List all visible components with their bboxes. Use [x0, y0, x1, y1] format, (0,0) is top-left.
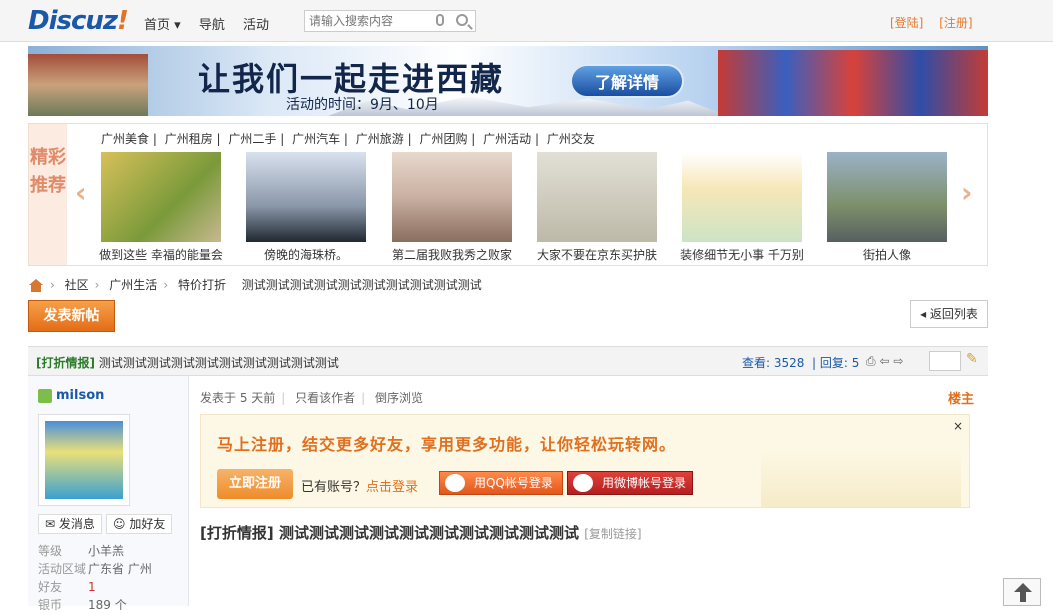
reverse-order-link[interactable]: 倒序浏览: [375, 391, 423, 405]
author-coins: 189 个: [88, 598, 127, 612]
author-level[interactable]: 小羊羔: [88, 544, 124, 558]
banner-date: 活动的时间：9月、10月: [286, 97, 439, 113]
thumb-caption-5[interactable]: 装修细节无小事 千万别: [672, 246, 812, 263]
search-input[interactable]: [305, 11, 425, 31]
author-name[interactable]: milson: [38, 388, 104, 403]
close-icon[interactable]: ×: [953, 419, 963, 433]
main-nav: 首页 ▾ 导航 活动: [144, 14, 283, 33]
weibo-login-button[interactable]: 用微博帐号登录: [567, 471, 693, 495]
register-prompt: 马上注册，结交更多好友，享用更多功能，让你轻松玩转网。 × 立即注册 已有账号？…: [200, 414, 970, 508]
link-food[interactable]: 广州美食 |: [101, 132, 157, 146]
author-region: 广东省 广州: [88, 562, 152, 576]
copy-link[interactable]: [复制链接]: [584, 527, 641, 541]
click-login-link[interactable]: 点击登录: [366, 480, 418, 495]
post-meta: 发表于 5 天前 | 只看该作者 | 倒序浏览: [200, 391, 424, 405]
nav-activity[interactable]: 活动: [243, 18, 269, 33]
thread-type[interactable]: [打折情报]: [36, 356, 95, 370]
thumb-3[interactable]: [392, 152, 512, 242]
thumb-caption-2[interactable]: 傍晚的海珠桥。: [236, 246, 376, 263]
thread-tools: ⎙ ⇦ ⇨: [866, 354, 903, 369]
link-dating[interactable]: 广州交友: [547, 132, 595, 146]
top-bar: Discuz! 首页 ▾ 导航 活动 [登陆] [注册]: [0, 0, 1053, 42]
register-link[interactable]: [注册]: [939, 16, 972, 30]
envelope-icon: ✉: [45, 517, 59, 531]
author-sidebar: milson ✉ 发消息 ☺ 加好友 等级 小羊羔 活动区域 广东省 广州 好友 1 …: [28, 376, 189, 612]
avatar[interactable]: [38, 414, 130, 506]
weibo-icon: [573, 474, 593, 492]
qq-icon: [445, 474, 465, 492]
floor-label[interactable]: 楼主: [948, 388, 974, 407]
crumb-thread[interactable]: 测试测试测试测试测试测试测试测试测试测试: [242, 278, 482, 292]
chevron-right-icon[interactable]: ›: [961, 176, 973, 209]
thumb-6[interactable]: [827, 152, 947, 242]
link-rent[interactable]: 广州租房 |: [165, 132, 221, 146]
learn-more-button[interactable]: 了解详情: [570, 64, 684, 98]
avatar-image: [45, 421, 123, 499]
breadcrumb: › 社区 › 广州生活 › 特价打折 测试测试测试测试测试测试测试测试测试测试: [28, 276, 482, 293]
qq-login-button[interactable]: 用QQ帐号登录: [439, 471, 563, 495]
city-illustration: [761, 449, 961, 507]
login-link[interactable]: [登陆]: [890, 16, 923, 30]
chevron-left-icon: ◂: [920, 307, 930, 321]
only-author-link[interactable]: 只看该作者: [295, 391, 355, 405]
recommend-links: 广州美食 | 广州租房 | 广州二手 | 广州汽车 | 广州旅游 | 广州团购 …: [101, 130, 599, 147]
back-to-list-button[interactable]: ◂ 返回列表: [910, 300, 988, 328]
recommend-panel: 精彩推荐 广州美食 | 广州租房 | 广州二手 | 广州汽车 | 广州旅游 | …: [28, 123, 988, 266]
print-icon[interactable]: ⎙: [866, 354, 876, 368]
link-second-hand[interactable]: 广州二手 |: [228, 132, 284, 146]
thumb-5[interactable]: [682, 152, 802, 242]
thumb-1[interactable]: [101, 152, 221, 242]
page-jump-input[interactable]: [929, 351, 961, 371]
send-message-button[interactable]: ✉ 发消息: [38, 514, 102, 534]
link-car[interactable]: 广州汽车 |: [292, 132, 348, 146]
nav-home[interactable]: 首页 ▾: [144, 18, 181, 33]
link-travel[interactable]: 广州旅游 |: [356, 132, 412, 146]
nav-navigation[interactable]: 导航: [199, 18, 225, 33]
add-friend-button[interactable]: ☺ 加好友: [106, 514, 173, 534]
add-user-icon: ☺: [113, 517, 130, 531]
link-activity[interactable]: 广州活动 |: [483, 132, 539, 146]
search-box: [304, 10, 476, 32]
thread-title: [打折情报] 测试测试测试测试测试测试测试测试测试测试: [36, 356, 339, 370]
register-now-button[interactable]: 立即注册: [217, 469, 293, 499]
thumb-2[interactable]: [246, 152, 366, 242]
microphone-icon[interactable]: [436, 14, 444, 26]
thumb-caption-4[interactable]: 大家不要在京东买护肤: [527, 246, 667, 263]
recommend-tag: 精彩推荐: [29, 124, 67, 265]
new-post-button[interactable]: 发表新帖: [28, 300, 115, 332]
edit-icon[interactable]: ✎: [966, 351, 978, 367]
thumb-4[interactable]: [537, 152, 657, 242]
thumb-caption-6[interactable]: 街拍人像: [817, 246, 957, 263]
home-icon[interactable]: [28, 279, 44, 292]
crumb-gz-life[interactable]: 广州生活: [109, 278, 157, 292]
chevron-left-icon[interactable]: ‹: [75, 176, 87, 209]
crumb-discount[interactable]: 特价打折: [178, 278, 226, 292]
author-info: 等级 小羊羔 活动区域 广东省 广州 好友 1 银币 189 个: [38, 544, 152, 612]
post-content: 发表于 5 天前 | 只看该作者 | 倒序浏览 楼主 马上注册，结交更多好友，享用更…: [190, 376, 988, 606]
thumb-caption-1[interactable]: 做到这些 幸福的能量会: [91, 246, 231, 263]
register-message: 马上注册，结交更多好友，享用更多功能，让你轻松玩转网。: [217, 435, 677, 454]
group-photo: [718, 50, 988, 116]
thread-stats: 查看: 3528 | 回复: 5: [742, 356, 860, 370]
link-groupbuy[interactable]: 广州团购 |: [419, 132, 475, 146]
logo[interactable]: Discuz!: [28, 6, 129, 36]
have-account: 已有账号？点击登录: [301, 480, 419, 495]
prev-thread-icon[interactable]: ⇦: [879, 354, 889, 368]
back-to-top-button[interactable]: [1003, 578, 1041, 606]
thread-header: [打折情报] 测试测试测试测试测试测试测试测试测试测试 查看: 3528 | 回…: [28, 346, 988, 376]
thumb-caption-3[interactable]: 第二届我败我秀之败家: [382, 246, 522, 263]
search-icon[interactable]: [456, 14, 468, 26]
palace-image: [28, 54, 148, 116]
crumb-community[interactable]: 社区: [65, 278, 89, 292]
auth-links: [登陆] [注册]: [890, 14, 985, 31]
author-friends[interactable]: 1: [88, 580, 96, 594]
user-icon: [38, 388, 52, 403]
event-banner[interactable]: 让我们一起走进西藏 活动的时间：9月、10月 了解详情: [28, 46, 988, 116]
post-time: 发表于 5 天前: [200, 391, 276, 405]
next-thread-icon[interactable]: ⇨: [893, 354, 903, 368]
post-title: [打折情报] 测试测试测试测试测试测试测试测试测试测试 [复制链接]: [200, 524, 642, 542]
